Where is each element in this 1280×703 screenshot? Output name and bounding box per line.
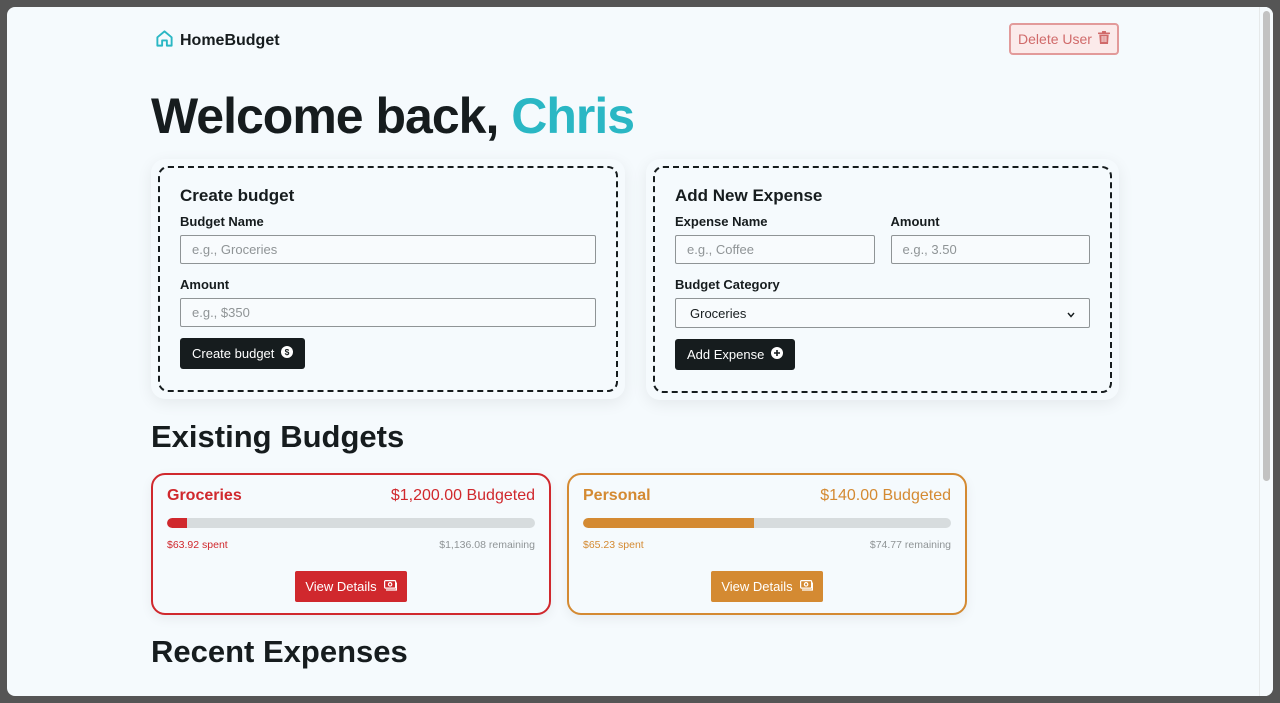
budget-amount: $1,200.00 Budgeted: [390, 487, 535, 504]
budget-name-label: Budget Name: [180, 214, 264, 229]
create-budget-button-label: Create budget: [192, 346, 275, 361]
brand-link[interactable]: HomeBudget: [155, 29, 280, 53]
add-expense-button-label: Add Expense: [687, 347, 765, 362]
budget-name-input[interactable]: e.g., Groceries: [180, 235, 596, 264]
chevron-down-icon: [1067, 306, 1075, 321]
add-expense-form: Add New Expense Expense Name e.g., Coffe…: [653, 166, 1112, 393]
brand-name: HomeBudget: [180, 32, 280, 49]
home-icon: [155, 29, 174, 53]
budget-remaining: $74.77 remaining: [869, 539, 951, 551]
budget-remaining: $1,136.08 remaining: [439, 539, 535, 551]
budget-progress-fill: [167, 518, 187, 528]
budget-card-groceries: Groceries $1,200.00 Budgeted $63.92 spen…: [151, 473, 551, 615]
create-budget-card: Create budget Budget Name e.g., Grocerie…: [151, 159, 625, 399]
svg-text:$: $: [285, 347, 290, 357]
existing-budgets-heading: Existing Budgets: [151, 419, 405, 454]
view-details-label: View Details: [721, 579, 793, 594]
budget-amount: $140.00 Budgeted: [820, 487, 951, 504]
budget-category-select[interactable]: Groceries: [675, 298, 1090, 328]
trash-icon: [1097, 31, 1110, 47]
welcome-heading: Welcome back, Chris: [151, 87, 635, 145]
budget-spent: $63.92 spent: [167, 539, 228, 551]
scrollbar-thumb[interactable]: [1263, 11, 1270, 481]
budget-card-personal: Personal $140.00 Budgeted $65.23 spent $…: [567, 473, 967, 615]
budget-amount-label: Amount: [180, 277, 230, 292]
create-budget-form: Create budget Budget Name e.g., Grocerie…: [158, 166, 618, 392]
budget-progress-bar: [167, 518, 535, 528]
user-name: Chris: [511, 88, 635, 144]
page-scrollbar[interactable]: [1259, 7, 1273, 696]
expense-amount-input[interactable]: e.g., 3.50: [890, 235, 1090, 264]
plus-circle-icon: [771, 347, 784, 362]
dollar-circle-icon: $: [281, 346, 294, 361]
budget-amount-input[interactable]: e.g., $350: [180, 298, 596, 327]
banknote-icon: [799, 579, 813, 594]
create-budget-button[interactable]: Create budget $: [180, 338, 306, 369]
add-expense-title: Add New Expense: [675, 186, 823, 205]
welcome-prefix: Welcome back,: [151, 88, 499, 144]
budget-name: Groceries: [167, 487, 242, 504]
view-details-label: View Details: [305, 579, 377, 594]
expense-name-label: Expense Name: [675, 214, 768, 229]
delete-user-label: Delete User: [1018, 31, 1092, 47]
banknote-icon: [383, 579, 397, 594]
budget-progress-bar: [583, 518, 951, 528]
app-header: HomeBudget Delete User: [151, 23, 1119, 55]
add-expense-button[interactable]: Add Expense: [675, 339, 796, 370]
expense-name-input[interactable]: e.g., Coffee: [675, 235, 875, 264]
create-budget-title: Create budget: [180, 186, 295, 205]
view-details-button[interactable]: View Details: [711, 571, 823, 602]
budget-category-value: Groceries: [690, 305, 747, 321]
budget-category-label: Budget Category: [675, 277, 780, 292]
budget-progress-fill: [583, 518, 755, 528]
add-expense-card: Add New Expense Expense Name e.g., Coffe…: [646, 159, 1119, 400]
budget-spent: $65.23 spent: [583, 539, 644, 551]
recent-expenses-heading: Recent Expenses: [151, 634, 408, 669]
browser-window: HomeBudget Delete User Welcome back, Chr…: [7, 7, 1273, 696]
view-details-button[interactable]: View Details: [295, 571, 407, 602]
expense-amount-label: Amount: [890, 214, 940, 229]
delete-user-button[interactable]: Delete User: [1009, 23, 1119, 55]
budget-name: Personal: [583, 487, 651, 504]
